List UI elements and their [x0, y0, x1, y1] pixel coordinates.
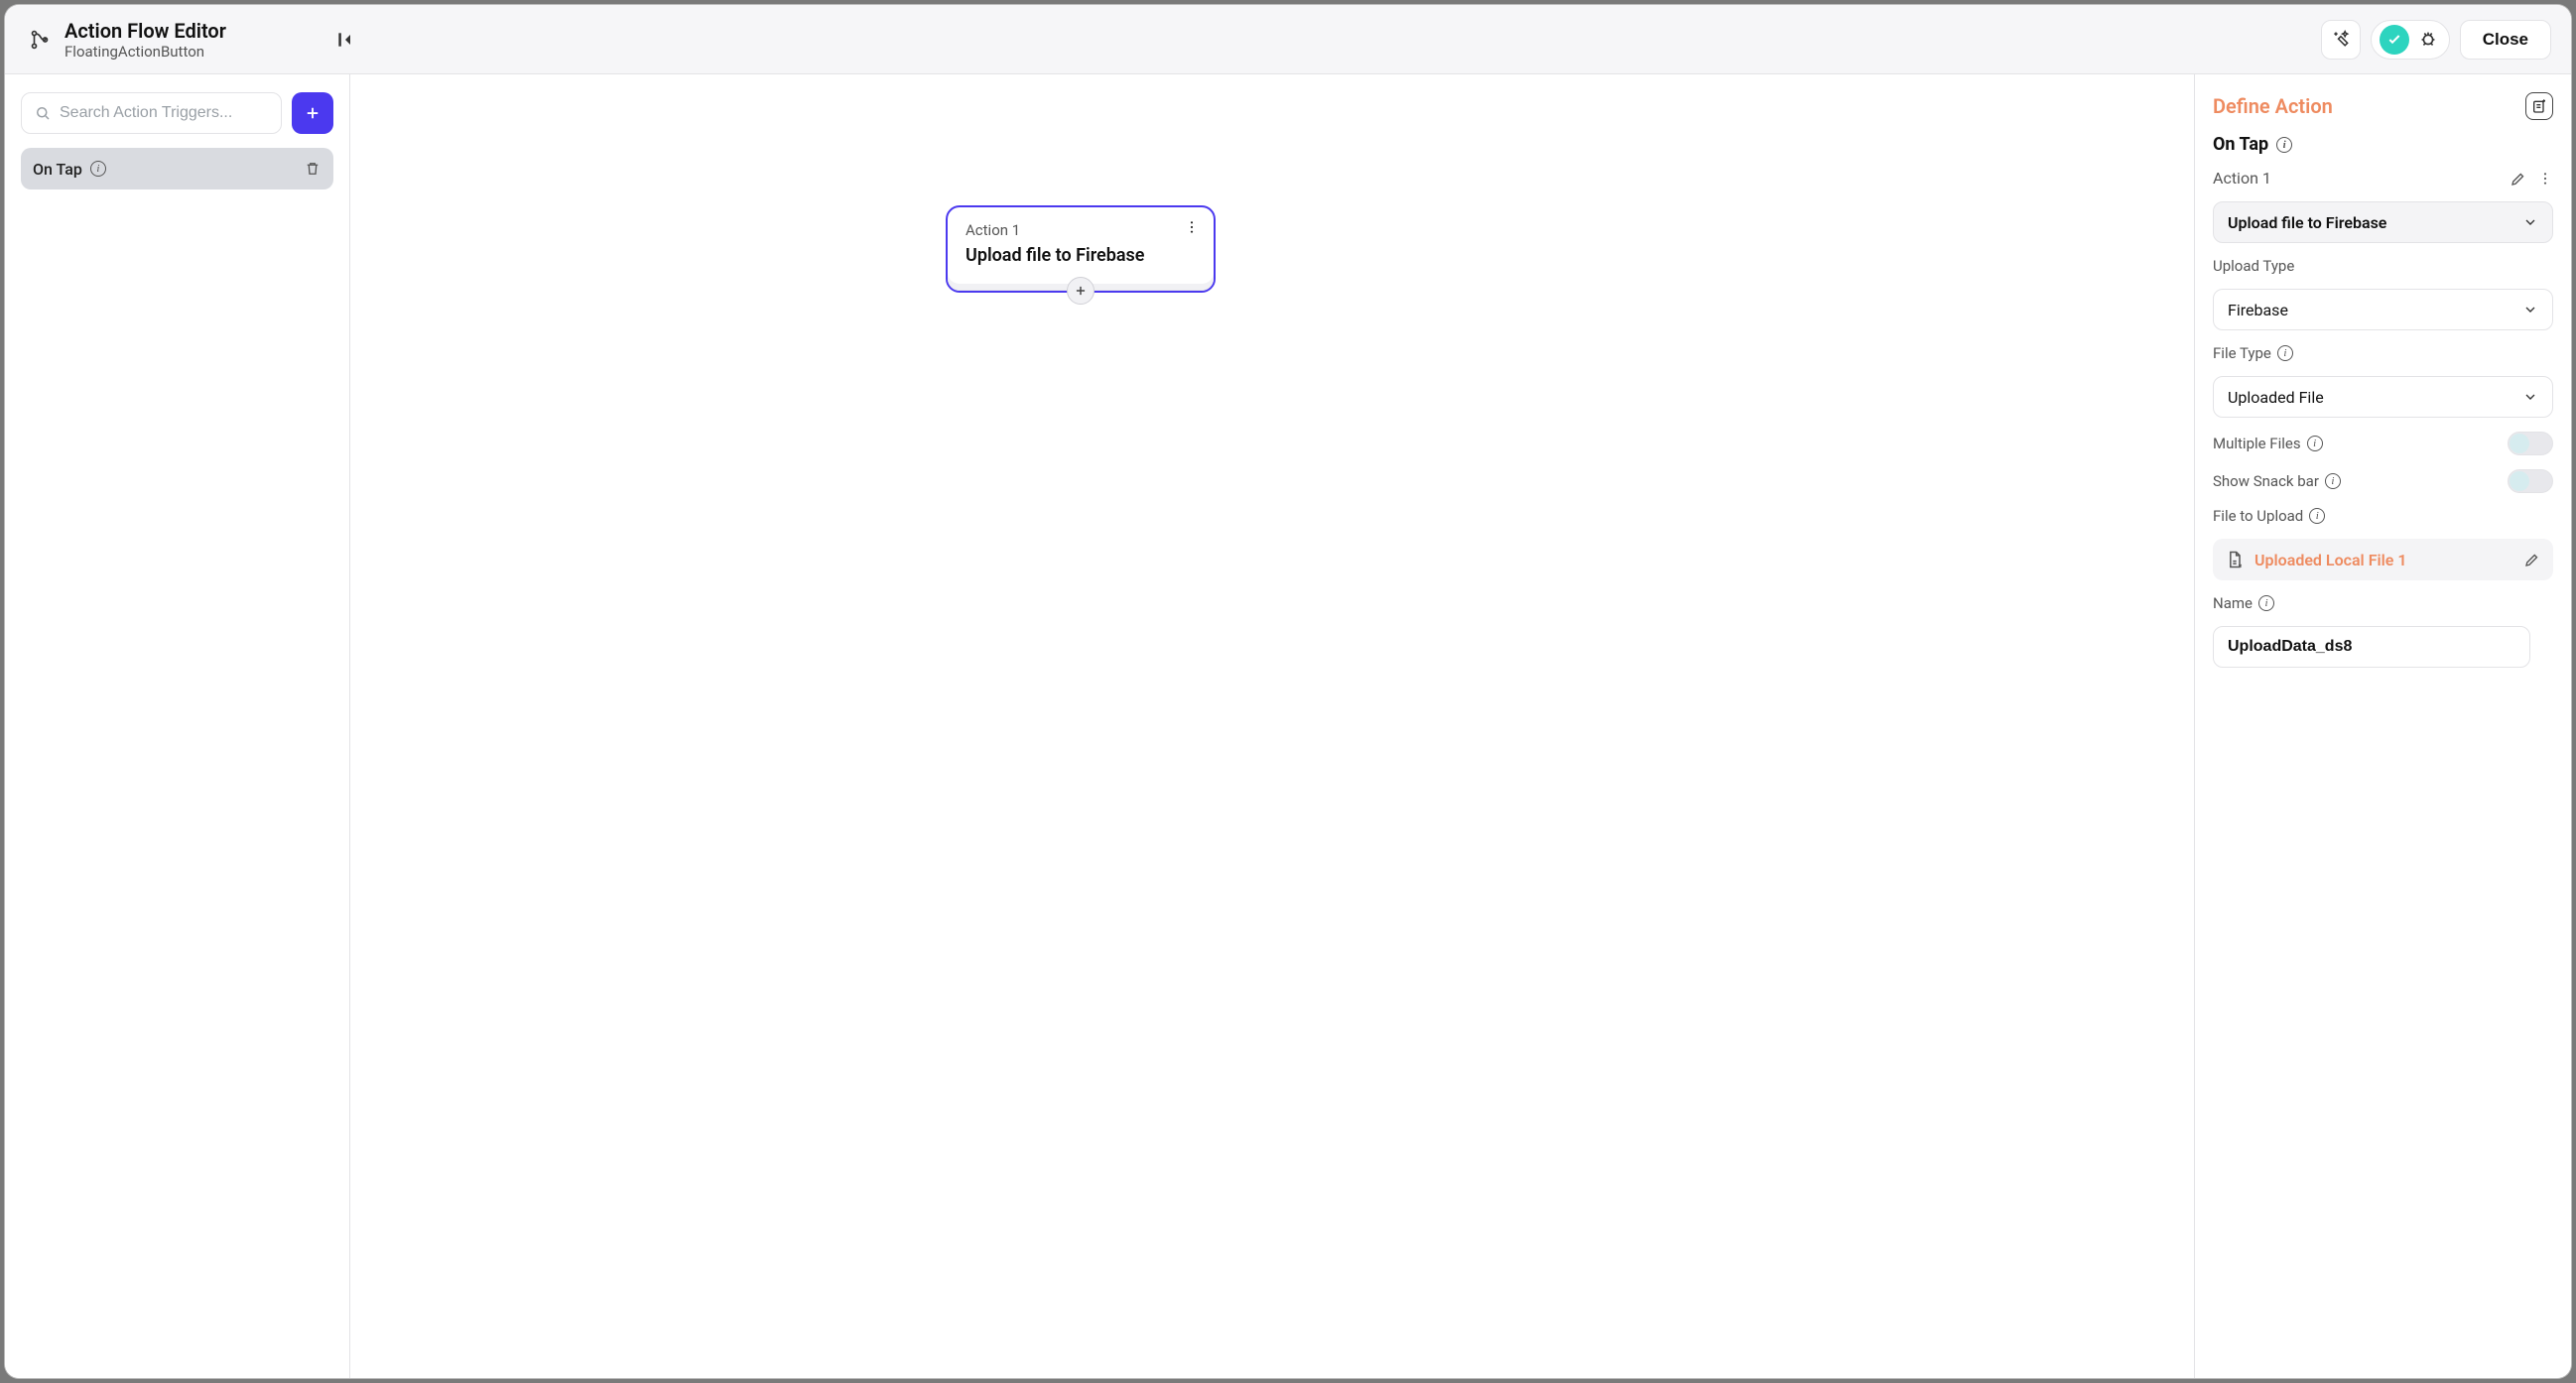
file-to-upload-text: File to Upload	[2213, 507, 2303, 525]
bug-icon[interactable]	[2417, 28, 2441, 52]
node-more-icon[interactable]	[1184, 219, 1200, 235]
file-to-upload-label: File to Upload i	[2213, 507, 2553, 525]
search-input[interactable]	[60, 104, 269, 122]
file-type-label: File Type i	[2213, 344, 2553, 362]
magic-button[interactable]	[2321, 20, 2361, 60]
file-chip-value: Uploaded Local File 1	[2254, 551, 2513, 569]
info-icon[interactable]: i	[2258, 595, 2274, 611]
node-label: Action 1	[966, 221, 1196, 239]
collapse-sidebar-button[interactable]	[332, 27, 358, 53]
plus-icon	[1074, 284, 1088, 298]
file-type-select[interactable]: Uploaded File	[2213, 376, 2553, 418]
chevron-down-icon	[2522, 214, 2538, 230]
action-number-label: Action 1	[2213, 169, 2271, 188]
edit-icon[interactable]	[2523, 551, 2541, 568]
file-type-value: Uploaded File	[2228, 388, 2324, 407]
page-title: Action Flow Editor	[64, 19, 226, 43]
branch-icon	[29, 29, 51, 51]
multiple-files-text: Multiple Files	[2213, 435, 2301, 452]
trigger-item-on-tap[interactable]: On Tap i	[21, 148, 333, 189]
upload-type-value: Firebase	[2228, 301, 2288, 319]
add-action-button[interactable]	[2525, 92, 2553, 120]
search-box[interactable]	[21, 92, 282, 134]
right-panel-header: Define Action	[2213, 92, 2553, 120]
validate-pill	[2371, 20, 2450, 60]
close-button[interactable]: Close	[2460, 20, 2551, 60]
name-label: Name i	[2213, 594, 2553, 612]
chevron-down-icon	[2522, 389, 2538, 405]
flow-canvas[interactable]: Action 1 Upload file to Firebase	[350, 74, 2194, 1378]
upload-type-select[interactable]: Firebase	[2213, 289, 2553, 330]
info-icon[interactable]: i	[2277, 345, 2293, 361]
action-type-value: Upload file to Firebase	[2228, 213, 2386, 232]
trigger-label: On Tap	[33, 160, 82, 179]
multiple-files-row: Multiple Files i	[2213, 432, 2553, 455]
check-icon[interactable]	[2380, 25, 2409, 55]
page-subtitle: FloatingActionButton	[64, 43, 226, 61]
trigger-name-text: On Tap	[2213, 134, 2268, 155]
chevron-down-icon	[2522, 302, 2538, 317]
action-node[interactable]: Action 1 Upload file to Firebase	[946, 205, 1216, 293]
title-block: Action Flow Editor FloatingActionButton	[64, 19, 226, 61]
plus-icon	[304, 104, 322, 122]
right-trigger-name: On Tap i	[2213, 134, 2553, 155]
name-input[interactable]	[2213, 626, 2530, 668]
show-snackbar-toggle[interactable]	[2508, 469, 2553, 493]
action-flow-editor-window: Action Flow Editor FloatingActionButton	[5, 5, 2571, 1378]
info-icon[interactable]: i	[2325, 473, 2341, 489]
header-bar: Action Flow Editor FloatingActionButton	[5, 5, 2571, 74]
file-to-upload-chip[interactable]: Uploaded Local File 1	[2213, 539, 2553, 580]
left-panel: On Tap i	[5, 74, 350, 1378]
upload-type-label: Upload Type	[2213, 257, 2553, 275]
node-add-button[interactable]	[1067, 277, 1095, 305]
more-icon[interactable]	[2537, 171, 2553, 187]
body: On Tap i Action 1 Upload file to Firebas…	[5, 74, 2571, 1378]
header-left: Action Flow Editor FloatingActionButton	[29, 19, 358, 61]
trash-icon[interactable]	[304, 160, 322, 178]
action-row-header: Action 1	[2213, 169, 2553, 188]
file-icon	[2225, 550, 2245, 569]
right-panel: Define Action On Tap i Action 1	[2194, 74, 2571, 1378]
info-icon[interactable]: i	[2307, 436, 2323, 451]
search-icon	[34, 104, 52, 122]
multiple-files-label: Multiple Files i	[2213, 435, 2323, 452]
info-icon[interactable]: i	[2309, 508, 2325, 524]
show-snackbar-row: Show Snack bar i	[2213, 469, 2553, 493]
header-right: Close	[2321, 20, 2551, 60]
show-snackbar-text: Show Snack bar	[2213, 472, 2319, 490]
multiple-files-toggle[interactable]	[2508, 432, 2553, 455]
file-type-label-text: File Type	[2213, 344, 2271, 362]
info-icon[interactable]: i	[90, 161, 106, 177]
node-title: Upload file to Firebase	[966, 245, 1196, 266]
show-snackbar-label: Show Snack bar i	[2213, 472, 2341, 490]
edit-icon[interactable]	[2510, 170, 2527, 188]
info-icon[interactable]: i	[2276, 137, 2292, 153]
search-row	[21, 92, 333, 134]
action-type-select[interactable]: Upload file to Firebase	[2213, 201, 2553, 243]
name-label-text: Name	[2213, 594, 2253, 612]
define-action-title: Define Action	[2213, 94, 2333, 118]
add-trigger-button[interactable]	[292, 92, 333, 134]
